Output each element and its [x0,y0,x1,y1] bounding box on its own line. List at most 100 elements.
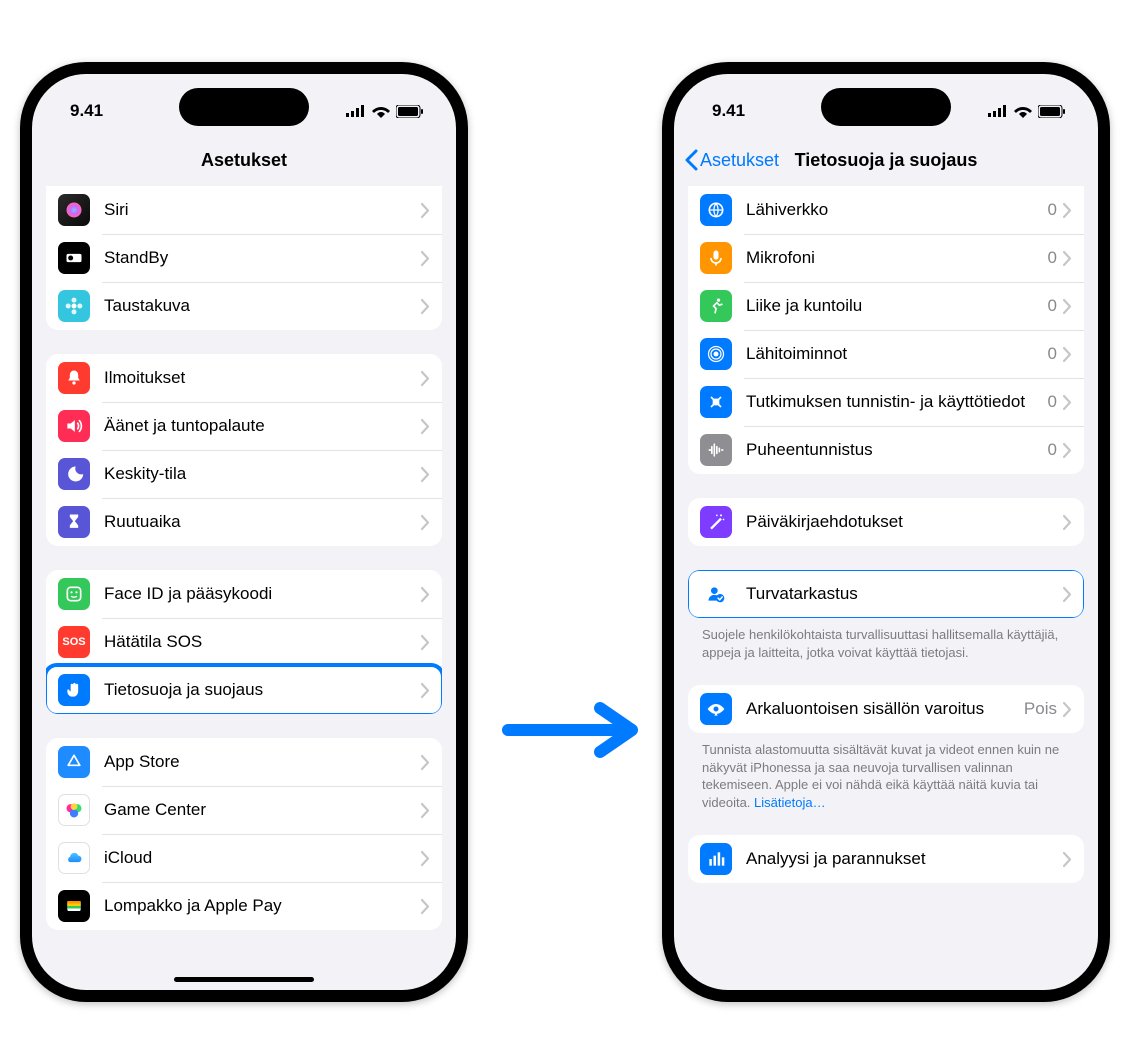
siri-icon [58,194,90,226]
settings-group: Lähiverkko0Mikrofoni0Liike ja kuntoilu0L… [688,186,1084,474]
row-label: Lompakko ja Apple Pay [104,896,421,916]
back-label: Asetukset [700,150,779,171]
faceid-icon [58,578,90,610]
wallpaper-row[interactable]: Taustakuva [46,282,442,330]
phone-right: 9.41 Asetukset Tietosuoja ja suojaus Läh… [662,62,1110,1002]
group-footer: Suojele henkilökohtaista turvallisuuttas… [688,618,1084,661]
row-label: Taustakuva [104,296,421,316]
settings-group: Siri StandBy Taustakuva [46,186,442,330]
notifications-row[interactable]: Ilmoitukset [46,354,442,402]
notifications-icon [58,362,90,394]
chevron-right-icon [1063,515,1072,530]
row-label: Ilmoitukset [104,368,421,388]
standby-row[interactable]: StandBy [46,234,442,282]
analytics-row[interactable]: Analyysi ja parannukset [688,835,1084,883]
wallet-row[interactable]: Lompakko ja Apple Pay [46,882,442,930]
row-label: Siri [104,200,421,220]
battery-icon [396,105,424,118]
chevron-right-icon [421,803,430,818]
settings-group: Analyysi ja parannukset [688,835,1084,883]
content-left[interactable]: Siri StandBy Taustakuva Ilmoitukset Äänet ja… [32,186,456,990]
notch [821,88,951,126]
row-label: Face ID ja pääsykoodi [104,584,421,604]
sounds-row[interactable]: Äänet ja tuntopalaute [46,402,442,450]
chevron-right-icon [421,587,430,602]
gamecenter-icon [58,794,90,826]
chevron-right-icon [1063,587,1072,602]
research-row[interactable]: Tutkimuksen tunnistin- ja käyttötiedot0 [688,378,1084,426]
wifi-icon [1014,105,1032,118]
arrow-icon [500,700,640,765]
motion-row[interactable]: Liike ja kuntoilu0 [688,282,1084,330]
row-label: Keskity-tila [104,464,421,484]
icloud-row[interactable]: iCloud [46,834,442,882]
gamecenter-row[interactable]: Game Center [46,786,442,834]
titlebar-right: Asetukset Tietosuoja ja suojaus [674,134,1098,186]
chevron-right-icon [421,203,430,218]
row-label: Ruutuaika [104,512,421,532]
settings-group: App Store Game Center iCloud Lompakko ja Ap… [46,738,442,930]
focus-icon [58,458,90,490]
row-value: 0 [1048,200,1057,220]
footer-text: Suojele henkilökohtaista turvallisuuttas… [702,627,1058,660]
siri-row[interactable]: Siri [46,186,442,234]
row-label: Game Center [104,800,421,820]
row-value: 0 [1048,344,1057,364]
analytics-icon [700,843,732,875]
row-label: Mikrofoni [746,248,1048,268]
row-value: 0 [1048,392,1057,412]
back-button[interactable]: Asetukset [684,149,779,171]
microphone-icon [700,242,732,274]
row-label: iCloud [104,848,421,868]
faceid-row[interactable]: Face ID ja pääsykoodi [46,570,442,618]
local-network-row[interactable]: Lähiverkko0 [688,186,1084,234]
screen-left: 9.41 Asetukset SiriStandByTaustakuvaIlmo… [32,74,456,990]
status-time: 9.41 [70,101,103,121]
chevron-right-icon [1063,203,1072,218]
icloud-icon [58,842,90,874]
nearby-icon [700,338,732,370]
home-indicator[interactable] [174,977,314,982]
phone-left: 9.41 Asetukset SiriStandByTaustakuvaIlmo… [20,62,468,1002]
notch [179,88,309,126]
row-label: StandBy [104,248,421,268]
chevron-right-icon [421,419,430,434]
journal-row[interactable]: Päiväkirjaehdotukset [688,498,1084,546]
nearby-row[interactable]: Lähitoiminnot0 [688,330,1084,378]
sos-icon: SOS [58,626,90,658]
research-icon [700,386,732,418]
standby-icon [58,242,90,274]
row-label: Tietosuoja ja suojaus [104,680,421,700]
chevron-right-icon [1063,395,1072,410]
content-right[interactable]: Lähiverkko0Mikrofoni0Liike ja kuntoilu0L… [674,186,1098,990]
safetycheck-row[interactable]: Turvatarkastus [688,570,1084,618]
motion-icon [700,290,732,322]
chevron-right-icon [421,635,430,650]
chevron-right-icon [1063,443,1072,458]
focus-row[interactable]: Keskity-tila [46,450,442,498]
chevron-right-icon [1063,852,1072,867]
row-label: Liike ja kuntoilu [746,296,1048,316]
sos-row[interactable]: SOSHätätila SOS [46,618,442,666]
row-label: Lähitoiminnot [746,344,1048,364]
settings-group: Arkaluontoisen sisällön varoitusPois [688,685,1084,733]
row-value: 0 [1048,440,1057,460]
chevron-right-icon [421,299,430,314]
screentime-icon [58,506,90,538]
cellular-icon [988,105,1008,117]
appstore-row[interactable]: App Store [46,738,442,786]
screentime-row[interactable]: Ruutuaika [46,498,442,546]
microphone-row[interactable]: Mikrofoni0 [688,234,1084,282]
sensitive-row[interactable]: Arkaluontoisen sisällön varoitusPois [688,685,1084,733]
privacy-row[interactable]: Tietosuoja ja suojaus [46,666,442,714]
wifi-icon [372,105,390,118]
group-footer: Tunnista alastomuutta sisältävät kuvat j… [688,733,1084,811]
sensitive-icon [700,693,732,725]
row-label: Äänet ja tuntopalaute [104,416,421,436]
speech-row[interactable]: Puheentunnistus0 [688,426,1084,474]
footer-link[interactable]: Lisätietoja… [754,795,826,810]
wallpaper-icon [58,290,90,322]
chevron-right-icon [421,515,430,530]
chevron-right-icon [421,851,430,866]
row-label: Analyysi ja parannukset [746,849,1063,869]
